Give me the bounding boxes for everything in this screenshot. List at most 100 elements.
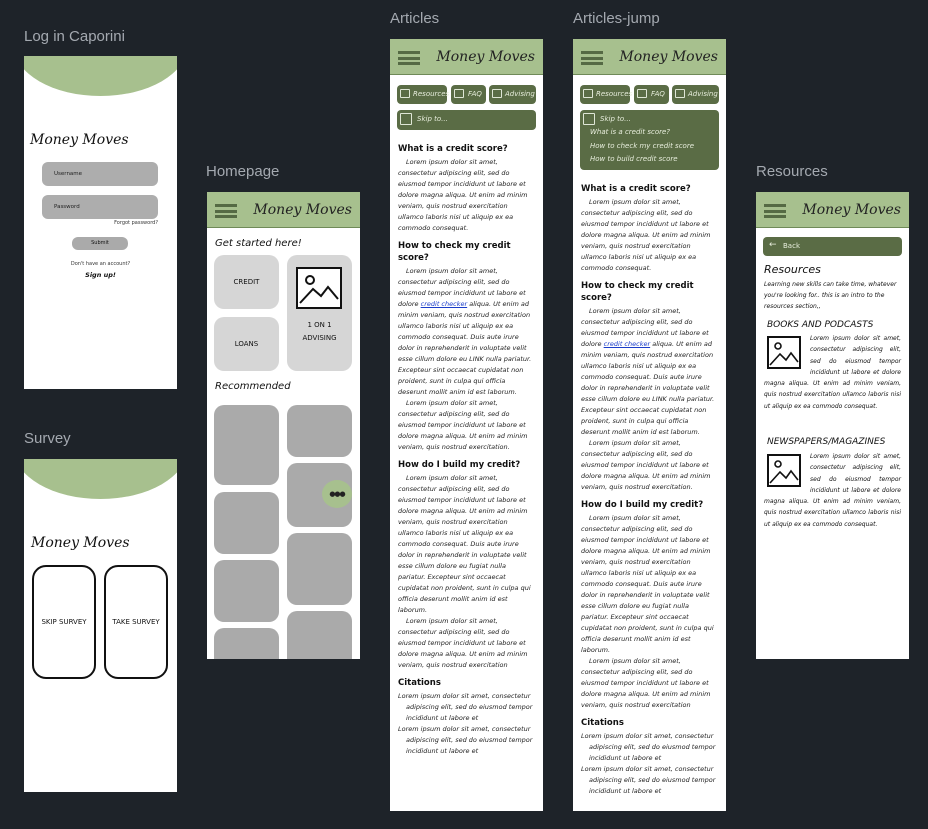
document-icon — [583, 89, 593, 98]
password-field[interactable]: Password — [42, 195, 158, 219]
app-title: Money Moves — [619, 49, 718, 65]
section-heading: How do I build my credit? — [398, 460, 521, 470]
header-bar: Money Moves — [573, 39, 726, 75]
recommended-heading: Recommended — [215, 381, 291, 392]
signup-link[interactable]: Sign up! — [24, 271, 177, 279]
articles-screen: Money Moves Resources FAQ Advising Skip … — [390, 39, 543, 811]
citations-heading: Citations — [398, 678, 441, 688]
paragraph: Lorem ipsum dolor sit amet, consectetur … — [581, 198, 711, 272]
article-body: What is a credit score? Lorem ipsum dolo… — [581, 177, 718, 809]
resources-heading: Resources — [764, 263, 821, 276]
credit-tile[interactable]: CREDIT — [214, 255, 279, 309]
articles-jump-screen: Money Moves Resources FAQ Advising Skip … — [573, 39, 726, 811]
header-arc — [24, 56, 177, 96]
take-survey-button[interactable]: TAKE SURVEY — [104, 565, 168, 679]
jump-item[interactable]: How to build credit score — [590, 155, 678, 163]
image-icon — [296, 267, 342, 309]
paragraph: Lorem ipsum dolor sit amet, consectetur … — [581, 439, 711, 491]
citation: Lorem ipsum dolor sit amet, consectetur … — [581, 732, 716, 762]
app-title: Money Moves — [31, 535, 130, 551]
frame-title-articles-jump: Articles-jump — [573, 10, 660, 27]
faq-button[interactable]: FAQ — [634, 85, 669, 104]
paragraph: Lorem ipsum dolor sit amet, consectetur … — [398, 474, 531, 614]
loans-tile[interactable]: LOANS — [214, 317, 279, 371]
document-icon — [637, 89, 647, 98]
advising-button[interactable]: Advising — [672, 85, 719, 104]
newspapers-text: Lorem ipsum dolor sit amet, consectetur … — [764, 453, 901, 528]
menu-icon[interactable] — [764, 204, 786, 218]
app-title: Money Moves — [30, 132, 129, 148]
header-arc — [24, 459, 177, 499]
section-heading: What is a credit score? — [398, 144, 508, 154]
menu-icon[interactable] — [581, 51, 603, 65]
faq-button[interactable]: FAQ — [451, 85, 486, 104]
skip-to-dropdown[interactable]: Skip to... — [397, 110, 536, 130]
forgot-password-link[interactable]: Forgot password? — [114, 220, 158, 226]
chat-bubble-icon[interactable]: ●●● — [322, 480, 352, 508]
survey-screen: Money Moves SKIP SURVEY TAKE SURVEY — [24, 459, 177, 792]
section-heading: How to check my credit score? — [398, 241, 511, 263]
no-account-text: Don't have an account? — [70, 261, 131, 267]
books-heading: BOOKS AND PODCASTS — [767, 320, 874, 330]
resources-intro: Learning new skills can take time, whate… — [764, 281, 897, 310]
header-bar: Money Moves — [756, 192, 909, 228]
citation: Lorem ipsum dolor sit amet, consectetur … — [398, 692, 533, 722]
recommended-card[interactable] — [214, 628, 279, 659]
credit-checker-link[interactable]: credit checker — [421, 300, 468, 308]
image-icon — [583, 113, 595, 125]
resources-button[interactable]: Resources — [397, 85, 449, 104]
app-title: Money Moves — [436, 49, 535, 65]
paragraph: Lorem ipsum dolor sit amet, consectetur … — [581, 307, 715, 436]
menu-icon[interactable] — [215, 204, 237, 218]
article-body: What is a credit score? Lorem ipsum dolo… — [398, 137, 535, 809]
citation: Lorem ipsum dolor sit amet, consectetur … — [398, 725, 533, 755]
homepage-screen: Money Moves Get started here! CREDIT 1 O… — [207, 192, 360, 659]
get-started-heading: Get started here! — [215, 238, 302, 249]
resources-button[interactable]: Resources — [580, 85, 632, 104]
frame-title-homepage: Homepage — [206, 163, 280, 180]
username-field[interactable]: Username — [42, 162, 158, 186]
menu-icon[interactable] — [398, 51, 420, 65]
frame-title-login: Log in Caporini — [24, 28, 125, 45]
paragraph: Lorem ipsum dolor sit amet, consectetur … — [581, 514, 714, 654]
paragraph: Lorem ipsum dolor sit amet, consectetur … — [398, 617, 528, 669]
recommended-card[interactable] — [287, 611, 352, 659]
section-heading: How do I build my credit? — [581, 500, 704, 510]
citations-heading: Citations — [581, 718, 624, 728]
citation: Lorem ipsum dolor sit amet, consectetur … — [581, 765, 716, 795]
document-icon — [400, 89, 410, 98]
advising-tile[interactable]: 1 ON 1 ADVISING — [287, 255, 352, 371]
skip-survey-button[interactable]: SKIP SURVEY — [32, 565, 96, 679]
jump-item[interactable]: How to check my credit score — [590, 142, 694, 150]
books-text: Lorem ipsum dolor sit amet, consectetur … — [764, 335, 901, 410]
jump-item[interactable]: What is a credit score? — [590, 128, 670, 136]
section-heading: What is a credit score? — [581, 184, 691, 194]
recommended-card[interactable] — [214, 492, 279, 554]
paragraph: Lorem ipsum dolor sit amet, consectetur … — [398, 267, 532, 396]
skip-to-dropdown-open[interactable]: Skip to... What is a credit score? How t… — [580, 110, 719, 170]
recommended-card[interactable] — [287, 405, 352, 457]
header-bar: Money Moves — [390, 39, 543, 75]
paragraph: Lorem ipsum dolor sit amet, consectetur … — [398, 158, 528, 232]
document-icon — [492, 89, 502, 98]
frame-title-articles: Articles — [390, 10, 440, 27]
back-button[interactable]: ← Back — [763, 237, 902, 256]
recommended-card[interactable] — [214, 560, 279, 622]
login-screen: Money Moves Username Password Forgot pas… — [24, 56, 177, 389]
paragraph: Lorem ipsum dolor sit amet, consectetur … — [398, 399, 528, 451]
recommended-card[interactable] — [287, 533, 352, 605]
resources-screen: Money Moves ← Back Resources Learning ne… — [756, 192, 909, 659]
header-bar: Money Moves — [207, 192, 360, 228]
credit-checker-link[interactable]: credit checker — [604, 340, 651, 348]
advising-button[interactable]: Advising — [489, 85, 536, 104]
document-icon — [454, 89, 464, 98]
app-title: Money Moves — [802, 202, 901, 218]
document-icon — [675, 89, 685, 98]
back-arrow-icon: ← — [769, 240, 777, 250]
recommended-card[interactable] — [214, 405, 279, 485]
submit-button[interactable]: Submit — [72, 237, 128, 250]
section-heading: How to check my credit score? — [581, 281, 694, 303]
app-title: Money Moves — [253, 202, 352, 218]
image-icon — [400, 113, 412, 125]
paragraph: Lorem ipsum dolor sit amet, consectetur … — [581, 657, 711, 709]
